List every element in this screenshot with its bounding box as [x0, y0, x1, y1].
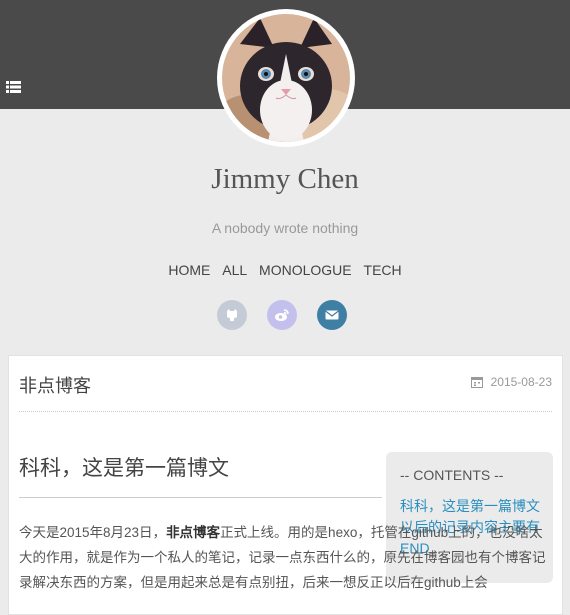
- post-title[interactable]: 非点博客: [19, 372, 91, 398]
- post-heading: 科科，这是第一篇博文: [19, 457, 229, 480]
- post-date-text: 2015-08-23: [490, 375, 552, 389]
- github-icon: [227, 309, 237, 321]
- nav-item-home[interactable]: HOME: [168, 262, 210, 278]
- post-date: 2015-08-23: [470, 375, 552, 389]
- github-link[interactable]: [217, 300, 247, 330]
- paragraph-text-1: 今天是2015年8月23日，: [19, 525, 167, 540]
- mail-icon: [325, 310, 339, 320]
- nav-item-monologue[interactable]: MONOLOGUE: [259, 262, 352, 278]
- avatar[interactable]: [217, 9, 355, 147]
- nav-item-tech[interactable]: TECH: [364, 262, 402, 278]
- site-title[interactable]: Jimmy Chen: [0, 163, 570, 196]
- post-card: 非点博客 2015-08-23 -- CONTENTS -- 科科，这是第一篇博…: [8, 355, 563, 615]
- heading-underline: [19, 497, 382, 498]
- menu-list-icon[interactable]: [6, 80, 21, 94]
- weibo-icon: [275, 309, 289, 321]
- post-paragraph: 今天是2015年8月23日，非点博客正式上线。用的是hexo，托管在github…: [19, 520, 554, 595]
- site-subtitle: A nobody wrote nothing: [211, 220, 359, 236]
- avatar-cat-image: [222, 14, 350, 142]
- main-nav: HOME ALL MONOLOGUE TECH: [0, 262, 570, 278]
- weibo-link[interactable]: [267, 300, 297, 330]
- divider: [19, 411, 552, 412]
- paragraph-bold: 非点博客: [166, 525, 221, 540]
- nav-item-all[interactable]: ALL: [222, 262, 247, 278]
- toc-title: -- CONTENTS --: [400, 467, 504, 483]
- mail-link[interactable]: [317, 300, 347, 330]
- calendar-icon: [470, 377, 483, 388]
